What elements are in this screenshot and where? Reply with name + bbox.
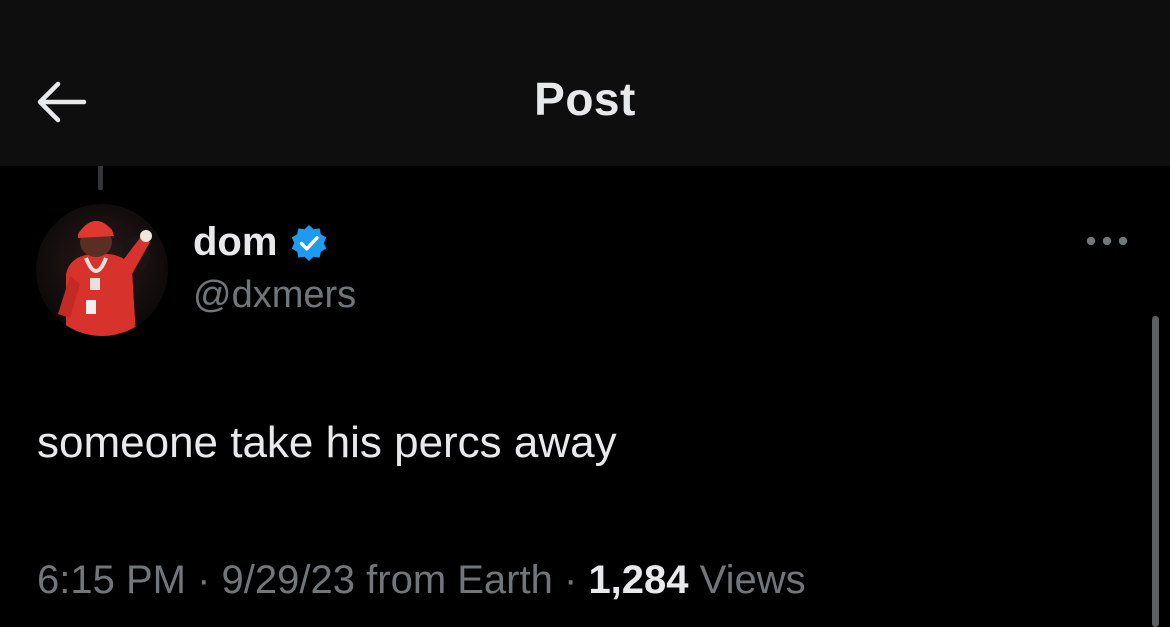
- more-options-button[interactable]: [1078, 226, 1136, 256]
- post-text: someone take his percs away: [37, 418, 617, 467]
- post-date[interactable]: 9/29/23: [222, 558, 355, 602]
- author-display-name-row[interactable]: dom: [193, 220, 329, 265]
- avatar-image: [36, 204, 168, 336]
- thread-connector-line: [98, 166, 103, 190]
- top-bar: Post: [0, 0, 1170, 166]
- post-detail-page: Post dom @dxmers someone take his percs …: [0, 0, 1170, 627]
- post-source: from Earth: [366, 558, 553, 602]
- author-display-name[interactable]: dom: [193, 220, 277, 265]
- scrollbar[interactable]: [1152, 316, 1159, 627]
- avatar[interactable]: [36, 204, 168, 336]
- post-time[interactable]: 6:15 PM: [37, 558, 186, 602]
- meta-separator: ·: [197, 558, 211, 602]
- views-label: Views: [699, 558, 806, 602]
- views-count: 1,284: [588, 558, 689, 602]
- verified-badge-icon[interactable]: [289, 223, 329, 263]
- page-title: Post: [534, 73, 636, 125]
- meta-separator: ·: [563, 558, 578, 602]
- author-handle[interactable]: @dxmers: [193, 274, 356, 317]
- post-metadata: 6:15 PM · 9/29/23 from Earth · 1,284 Vie…: [37, 558, 806, 603]
- more-horizontal-icon: [1086, 236, 1128, 246]
